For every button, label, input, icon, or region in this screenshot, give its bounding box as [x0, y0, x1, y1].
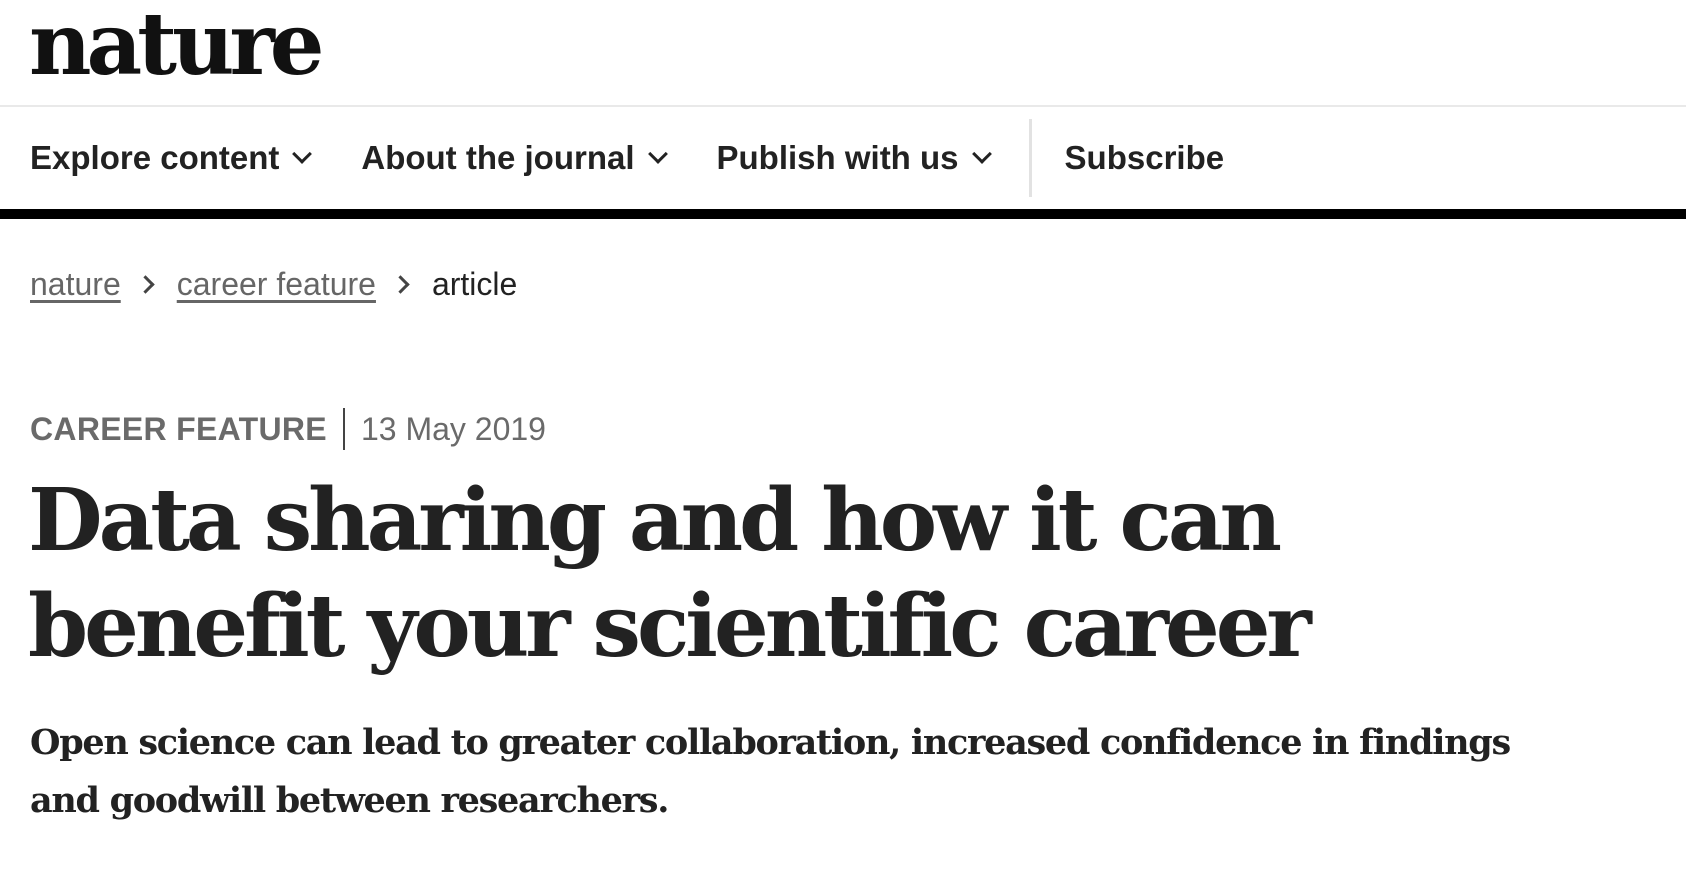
- meta-divider: [342, 408, 345, 450]
- main-nav: Explore content About the journal Publis…: [0, 107, 1686, 219]
- nav-publish-with-us[interactable]: Publish with us: [716, 139, 992, 177]
- chevron-right-icon: [136, 275, 155, 294]
- nav-publish-with-us-label: Publish with us: [716, 139, 959, 176]
- chevron-right-icon: [391, 275, 410, 294]
- nature-logo[interactable]: nature: [29, 0, 325, 93]
- chevron-down-icon: [971, 143, 992, 164]
- site-header: nature Explore content About the journal…: [0, 0, 1686, 219]
- nav-subscribe[interactable]: Subscribe: [1065, 139, 1225, 177]
- article-meta: CAREER FEATURE 13 May 2019: [30, 408, 546, 450]
- nav-explore-content-label: Explore content: [30, 139, 280, 176]
- article-standfirst: Open science can lead to greater collabo…: [30, 722, 1511, 821]
- nav-explore-content[interactable]: Explore content: [30, 139, 313, 177]
- breadcrumb: nature career feature article: [30, 266, 517, 303]
- breadcrumb-link-career-feature[interactable]: career feature: [177, 266, 376, 303]
- article-title: Data sharing and how it can benefit your…: [28, 470, 1312, 677]
- nav-about-the-journal[interactable]: About the journal: [361, 139, 668, 177]
- nav-divider: [1028, 119, 1032, 197]
- nav-subscribe-label: Subscribe: [1064, 139, 1225, 176]
- logo-bar: nature: [0, 0, 1686, 107]
- article-type: CAREER FEATURE: [30, 410, 327, 447]
- breadcrumb-link-nature[interactable]: nature: [30, 266, 121, 303]
- chevron-down-icon: [292, 143, 313, 164]
- article-date: 13 May 2019: [360, 410, 546, 447]
- nav-about-the-journal-label: About the journal: [361, 139, 635, 176]
- chevron-down-icon: [647, 143, 668, 164]
- breadcrumb-current: article: [431, 266, 518, 302]
